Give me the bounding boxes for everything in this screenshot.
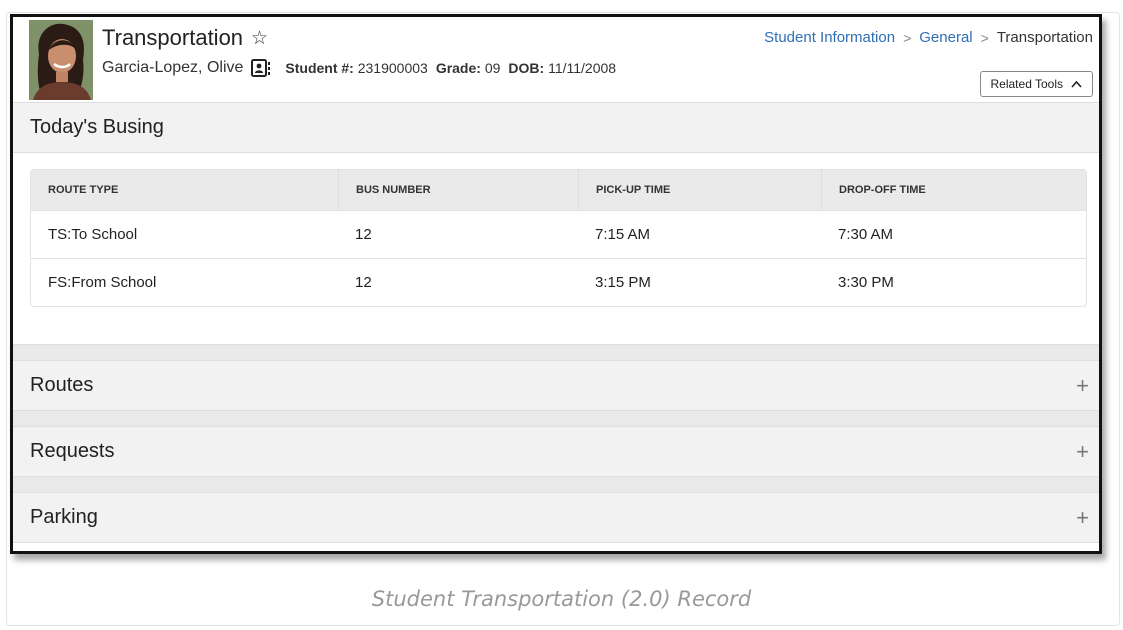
contact-card-icon[interactable] <box>251 59 271 77</box>
student-number: Student #: 231900003 <box>285 60 428 76</box>
route-type-cell: FS:From School <box>48 274 157 291</box>
todays-busing-title: Today's Busing <box>30 116 164 138</box>
section-spacer <box>13 345 1099 361</box>
related-tools-label: Related Tools <box>990 77 1064 91</box>
routes-title: Routes <box>30 374 94 396</box>
related-tools-button[interactable]: Related Tools <box>979 71 1093 97</box>
table-row[interactable]: FS:From School 12 3:15 PM 3:30 PM <box>31 258 1086 306</box>
figure-caption: Student Transportation (2.0) Record <box>371 587 752 611</box>
page-header: Transportation ☆ Garcia-Lopez, Olive Stu… <box>13 17 1099 103</box>
student-grade: Grade: 09 <box>435 60 501 76</box>
bus-number-cell: 12 <box>355 274 372 291</box>
star-icon[interactable]: ☆ <box>251 29 268 48</box>
table-row[interactable]: TS:To School 12 7:15 AM 7:30 AM <box>31 210 1086 258</box>
pick-up-time-cell: 3:15 PM <box>595 274 651 291</box>
busing-table: ROUTE TYPE BUS NUMBER PICK-UP TIME DROP-… <box>30 169 1087 307</box>
student-name: Garcia-Lopez, Olive <box>102 59 244 76</box>
requests-title: Requests <box>30 440 115 462</box>
breadcrumb-student-information[interactable]: Student Information <box>764 29 895 46</box>
column-header-route-type[interactable]: ROUTE TYPE <box>31 170 338 210</box>
breadcrumb-general[interactable]: General <box>919 29 972 46</box>
drop-off-time-cell: 7:30 AM <box>838 226 894 243</box>
route-type-cell: TS:To School <box>48 226 138 243</box>
breadcrumb: Student Information > General > Transpor… <box>764 29 1093 46</box>
breadcrumb-current: Transportation <box>996 29 1093 46</box>
parking-section-header[interactable]: Parking + <box>13 493 1099 543</box>
student-info: Garcia-Lopez, Olive Student #: 231900003… <box>102 59 624 77</box>
drop-off-time-cell: 3:30 PM <box>838 274 894 291</box>
section-spacer <box>13 411 1099 427</box>
student-photo <box>29 20 93 100</box>
page-title: Transportation <box>102 25 244 50</box>
chevron-right-icon: > <box>980 29 989 46</box>
table-header-row: ROUTE TYPE BUS NUMBER PICK-UP TIME DROP-… <box>31 170 1086 210</box>
todays-busing-header: Today's Busing <box>13 103 1099 153</box>
bus-number-cell: 12 <box>355 226 372 243</box>
chevron-right-icon: > <box>903 29 912 46</box>
section-spacer <box>13 477 1099 493</box>
expand-plus-icon[interactable]: + <box>1076 439 1089 465</box>
student-dob: DOB: 11/11/2008 <box>508 60 617 76</box>
expand-plus-icon[interactable]: + <box>1076 373 1089 399</box>
pick-up-time-cell: 7:15 AM <box>595 226 651 243</box>
column-header-pick-up-time[interactable]: PICK-UP TIME <box>578 170 821 210</box>
requests-section-header[interactable]: Requests + <box>13 427 1099 477</box>
column-header-bus-number[interactable]: BUS NUMBER <box>338 170 578 210</box>
routes-section-header[interactable]: Routes + <box>13 361 1099 411</box>
app-window: Transportation ☆ Garcia-Lopez, Olive Stu… <box>10 14 1102 554</box>
todays-busing-panel: ROUTE TYPE BUS NUMBER PICK-UP TIME DROP-… <box>13 153 1099 345</box>
expand-plus-icon[interactable]: + <box>1076 505 1089 531</box>
chevron-up-icon <box>1071 80 1082 88</box>
column-header-drop-off-time[interactable]: DROP-OFF TIME <box>821 170 1086 210</box>
parking-title: Parking <box>30 506 98 528</box>
